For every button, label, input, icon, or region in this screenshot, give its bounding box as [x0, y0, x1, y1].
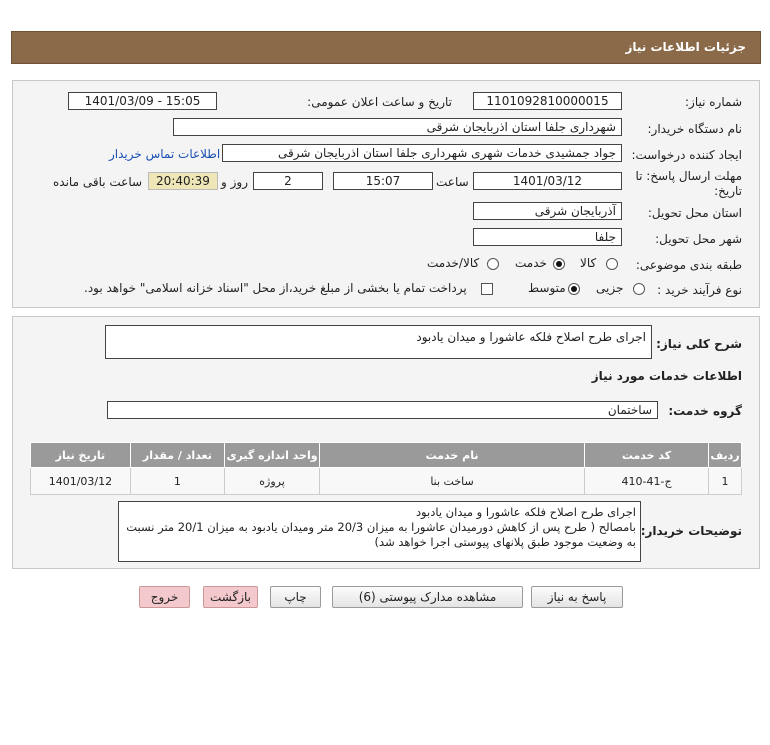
deadline-label: مهلت ارسال پاسخ: تا: [635, 169, 742, 183]
deadline-time-label: ساعت: [436, 175, 469, 189]
process-minor-radio[interactable]: [633, 283, 645, 295]
process-medium-label: متوسط: [528, 281, 566, 295]
cell-row: 1: [708, 467, 742, 495]
col-quantity: تعداد / مقدار: [129, 442, 226, 468]
col-unit: واحد اندازه گیری: [224, 442, 321, 468]
buyer-org-label: نام دستگاه خریدار:: [647, 122, 743, 136]
treasury-payment-note: پرداخت تمام یا بخشی از مبلغ خرید،از محل …: [84, 281, 467, 295]
col-row: ردیف: [708, 442, 742, 468]
reply-button[interactable]: پاسخ به نیاز: [531, 586, 623, 608]
category-goods-service-radio[interactable]: [487, 258, 499, 270]
days-field: 2: [253, 172, 323, 190]
creator-label: ایجاد کننده درخواست:: [631, 148, 742, 162]
print-button[interactable]: چاپ: [270, 586, 321, 608]
province-field: آذربایجان شرقی: [473, 202, 622, 220]
process-medium-radio[interactable]: [568, 283, 580, 295]
deadline-time-field: 15:07: [333, 172, 433, 190]
need-number-label: شماره نیاز:: [685, 95, 742, 109]
announce-label: تاریخ و ساعت اعلان عمومی:: [307, 95, 452, 109]
col-service-code: کد خدمت: [583, 442, 710, 468]
col-service-name: نام خدمت: [319, 442, 585, 468]
buyer-notes-line-2: بامصالح ( طرح پس از کاهش دورمیدان عاشورا…: [126, 520, 636, 534]
days-label: روز و: [221, 175, 248, 189]
services-table: ردیف کد خدمت نام خدمت واحد اندازه گیری ت…: [30, 442, 742, 495]
cell-need-date: 1401/03/12: [30, 467, 131, 495]
back-button[interactable]: بازگشت: [203, 586, 258, 608]
buyer-org-field: شهرداری جلفا استان اذربایجان شرقی: [173, 118, 622, 136]
buyer-contact-link[interactable]: اطلاعات تماس خریدار: [109, 147, 220, 161]
category-label: طبقه بندی موضوعی:: [635, 258, 742, 272]
city-label: شهر محل تحویل:: [655, 232, 742, 246]
page-header: جزئیات اطلاعات نیاز: [11, 31, 761, 64]
announce-field: 1401/03/09 - 15:05: [68, 92, 217, 110]
remaining-time-label: ساعت باقی مانده: [53, 175, 143, 189]
deadline-label-date: تاریخ:: [714, 184, 742, 198]
category-goods-label: کالا: [580, 256, 597, 270]
province-label: استان محل تحویل:: [647, 206, 742, 220]
col-need-date: تاریخ نیاز: [30, 442, 131, 468]
buyer-notes-field: اجرای طرح اصلاح فلکه عاشورا و میدان یادب…: [118, 501, 641, 562]
category-goods-radio[interactable]: [606, 258, 618, 270]
process-minor-label: جزیی: [596, 281, 624, 295]
cell-service-code: ج-41-410: [583, 467, 710, 495]
category-goods-service-label: کالا/خدمت: [427, 256, 480, 270]
deadline-date-field: 1401/03/12: [473, 172, 622, 190]
summary-label: شرح کلی نیاز:: [656, 337, 742, 351]
summary-field: اجرای طرح اصلاح فلکه عاشورا و میدان یادب…: [105, 325, 652, 359]
service-group-field: ساختمان: [107, 401, 658, 419]
category-service-radio[interactable]: [553, 258, 565, 270]
table-row: 1 ج-41-410 ساخت بنا پروژه 1 1401/03/12: [30, 467, 742, 495]
cell-quantity: 1: [129, 467, 226, 495]
page-title: جزئیات اطلاعات نیاز: [625, 40, 746, 54]
buyer-notes-label: توضیحات خریدار:: [640, 524, 742, 538]
process-type-label: نوع فرآیند خرید :: [657, 283, 742, 297]
services-section-title: اطلاعات خدمات مورد نیاز: [591, 369, 742, 383]
need-number-field: 1101092810000015: [473, 92, 622, 110]
view-attachments-button[interactable]: مشاهده مدارک پیوستی (6): [332, 586, 523, 608]
treasury-payment-checkbox[interactable]: [481, 283, 493, 295]
city-field: جلفا: [473, 228, 622, 246]
remaining-time-field: 20:40:39: [148, 172, 218, 190]
creator-field: جواد جمشیدی خدمات شهری شهرداری جلفا استا…: [222, 144, 622, 162]
cell-unit: پروژه: [224, 467, 321, 495]
exit-button[interactable]: خروج: [139, 586, 190, 608]
cell-service-name: ساخت بنا: [319, 467, 585, 495]
category-service-label: خدمت: [515, 256, 547, 270]
need-details-panel: [12, 80, 760, 308]
services-table-header: ردیف کد خدمت نام خدمت واحد اندازه گیری ت…: [30, 442, 742, 468]
buyer-notes-line-1: اجرای طرح اصلاح فلکه عاشورا و میدان یادب…: [415, 505, 636, 519]
summary-value: اجرای طرح اصلاح فلکه عاشورا و میدان یادب…: [416, 330, 646, 344]
buyer-notes-line-3: به وضعیت موجود طبق پلانهای پیوستی اجرا خ…: [374, 535, 636, 549]
service-group-label: گروه خدمت:: [668, 404, 742, 418]
